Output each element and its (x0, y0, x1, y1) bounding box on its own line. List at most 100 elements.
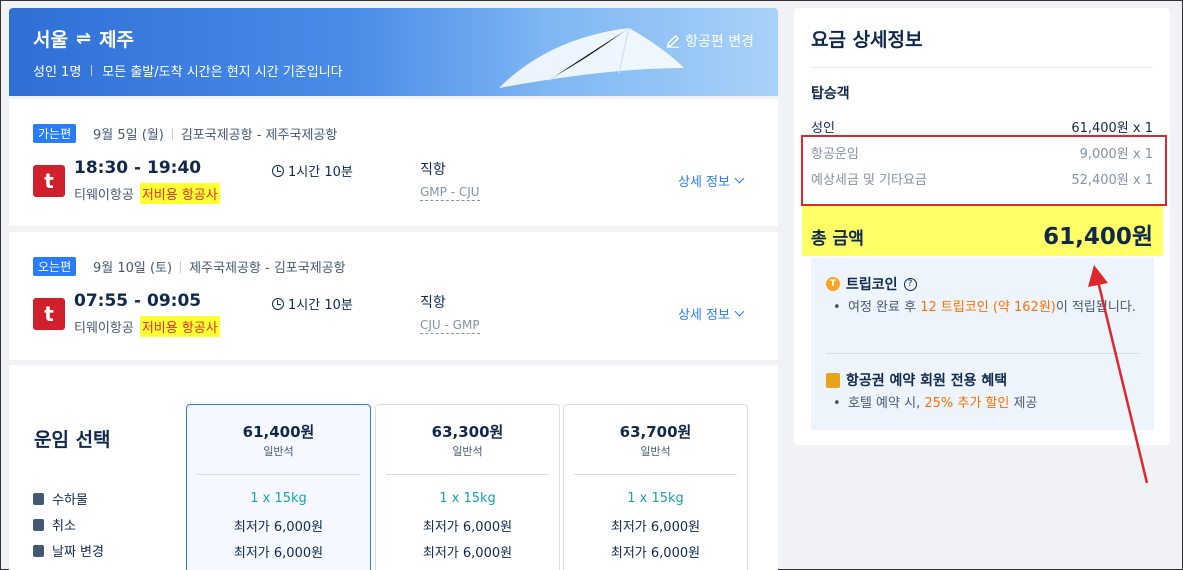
leg-info: 9월 5일 (월) 김포국제공항 - 제주국제공항 (93, 124, 337, 143)
fare-change-fee: 최저가 6,000원 (233, 546, 324, 561)
fare-price: 63,700원 (619, 423, 692, 441)
change-flight-label: 항공편 변경 (685, 34, 754, 50)
fare-price: 63,300원 (431, 423, 504, 441)
feature-cancel: 취소 (33, 515, 76, 534)
duration-text: 1시간 10분 (288, 298, 353, 313)
question-icon[interactable]: ? (903, 277, 917, 291)
clock-icon (272, 164, 284, 177)
destination-city: 제주 (99, 29, 135, 51)
total-amount: 61,400원 (1043, 224, 1153, 250)
fare-option-2[interactable]: 63,300원 일반석 1 x 15kg 최저가 6,000원 최저가 6,00… (375, 404, 560, 570)
discount-amount: 25% 추가 할인 (924, 396, 1010, 411)
fare-option-1[interactable]: 61,400원 일반석 1 x 15kg 최저가 6,000원 최저가 6,00… (186, 404, 371, 570)
fare-class: 일반석 (263, 445, 294, 458)
flight-times: 07:55 - 09:05 (74, 291, 202, 311)
member-benefit-label: 항공권 예약 회원 전용 혜택 (846, 373, 1008, 389)
fare-change-fee: 최저가 6,000원 (610, 546, 701, 561)
trip-subinfo: 성인 1명 모든 출발/도착 시간은 현지 시간 기준입니다 (33, 61, 343, 80)
adult-price-row: 성인 61,400원 x 1 (811, 117, 1153, 136)
clock-icon (272, 297, 284, 310)
fare-baggage: 1 x 15kg (439, 491, 496, 506)
ticket-icon (33, 518, 44, 531)
flight-times: 18:30 - 19:40 (74, 158, 202, 178)
time-note: 모든 출발/도착 시간은 현지 시간 기준입니다 (102, 65, 343, 80)
tway-logo-icon: t (33, 298, 65, 330)
member-benefit-desc: • 호텔 예약 시, 25% 추가 할인 제공 (833, 396, 1038, 411)
hotel-icon (826, 372, 840, 388)
airport-codes[interactable]: GMP - CJU (420, 185, 480, 201)
outbound-badge: 가는편 (33, 124, 77, 143)
coin-amount: 12 트립코인 (약 162원) (920, 300, 1056, 315)
divider (171, 127, 173, 140)
stops-label: 직항 (420, 162, 446, 178)
swap-icon: ⇌ (75, 28, 92, 49)
divider (386, 474, 549, 475)
feature-baggage: 수하물 (33, 489, 88, 508)
detail-label: 상세 정보 (678, 175, 730, 190)
divider (91, 65, 93, 76)
airline-info: 티웨이항공 저비용 항공사 (74, 316, 220, 337)
trip-coin-label: 트립코인 (846, 277, 898, 293)
outbound-detail-link[interactable]: 상세 정보 (678, 171, 745, 190)
feature-label: 날짜 변경 (52, 545, 104, 560)
flight-date: 9월 10일 (토) (93, 261, 173, 276)
duration-text: 1시간 10분 (288, 165, 353, 180)
coin-icon: T (826, 277, 840, 291)
total-price-row: 총 금액 61,400원 (802, 206, 1163, 256)
lcc-tag: 저비용 항공사 (139, 183, 220, 204)
route-banner: 서울 ⇌ 제주 성인 1명 모든 출발/도착 시간은 현지 시간 기준입니다 항… (9, 8, 778, 96)
fare-price: 61,400원 (242, 423, 315, 441)
route-title: 서울 ⇌ 제주 (33, 25, 134, 52)
return-flight-card: 오는편 9월 10일 (토) 제주국제공항 - 김포국제공항 t 07:55 -… (9, 232, 778, 360)
adult-label: 성인 (811, 121, 835, 136)
total-label: 총 금액 (811, 229, 864, 249)
lcc-tag: 저비용 항공사 (139, 316, 220, 337)
return-detail-link[interactable]: 상세 정보 (678, 304, 745, 323)
feature-label: 취소 (52, 519, 76, 534)
bullet-icon: • (833, 300, 841, 315)
divider (811, 67, 1153, 68)
chevron-down-icon (734, 173, 745, 184)
fare-option-3[interactable]: 63,700원 일반석 1 x 15kg 최저가 6,000원 최저가 6,00… (563, 404, 748, 570)
airline-name: 티웨이항공 (74, 188, 134, 203)
leg-info: 9월 10일 (토) 제주국제공항 - 김포국제공항 (93, 257, 346, 276)
outbound-flight-card: 가는편 9월 5일 (월) 김포국제공항 - 제주국제공항 t 18:30 - … (9, 99, 778, 226)
passenger-count: 성인 1명 (33, 65, 82, 80)
panel-title: 요금 상세정보 (811, 29, 923, 51)
change-flight-button[interactable]: 항공편 변경 (666, 31, 754, 51)
fare-selection: 운임 선택 수하물 취소 날짜 변경 61,400원 일반석 1 x 15kg … (9, 365, 778, 570)
stops-label: 직항 (420, 295, 446, 311)
chevron-down-icon (734, 306, 745, 317)
origin-city: 서울 (33, 29, 68, 51)
flight-route: 제주국제공항 - 김포국제공항 (189, 261, 346, 276)
pencil-icon (667, 35, 680, 48)
fare-change-fee: 최저가 6,000원 (422, 546, 513, 561)
divider (574, 474, 737, 475)
flight-date: 9월 5일 (월) (93, 128, 164, 143)
bullet-icon: • (833, 396, 841, 411)
airline-info: 티웨이항공 저비용 항공사 (74, 183, 220, 204)
detail-label: 상세 정보 (678, 308, 730, 323)
member-benefit-title: 항공권 예약 회원 전용 혜택 (826, 370, 1007, 390)
fare-cancel-fee: 최저가 6,000원 (610, 520, 701, 535)
fare-class: 일반석 (640, 445, 671, 458)
passenger-section-title: 탑승객 (811, 86, 850, 102)
fare-cancel-fee: 최저가 6,000원 (233, 520, 324, 535)
divider (197, 474, 360, 475)
flight-route: 김포국제공항 - 제주국제공항 (180, 128, 338, 143)
umbrella-illustration (499, 28, 684, 88)
return-badge: 오는편 (33, 257, 77, 276)
flight-duration: 1시간 10분 (272, 161, 353, 180)
divider (180, 260, 182, 273)
fare-section-title: 운임 선택 (34, 429, 111, 451)
annotation-arrow-icon (1088, 265, 1149, 484)
calendar-icon (33, 544, 44, 557)
airline-name: 티웨이항공 (74, 321, 134, 336)
airport-codes[interactable]: CJU - GMP (420, 318, 480, 334)
feature-change: 날짜 변경 (33, 541, 104, 560)
luggage-icon (33, 492, 44, 505)
fare-cancel-fee: 최저가 6,000원 (422, 520, 513, 535)
trip-coin-title: T 트립코인 ? (826, 274, 917, 294)
tway-logo-icon: t (33, 165, 65, 197)
fare-baggage: 1 x 15kg (627, 491, 684, 506)
